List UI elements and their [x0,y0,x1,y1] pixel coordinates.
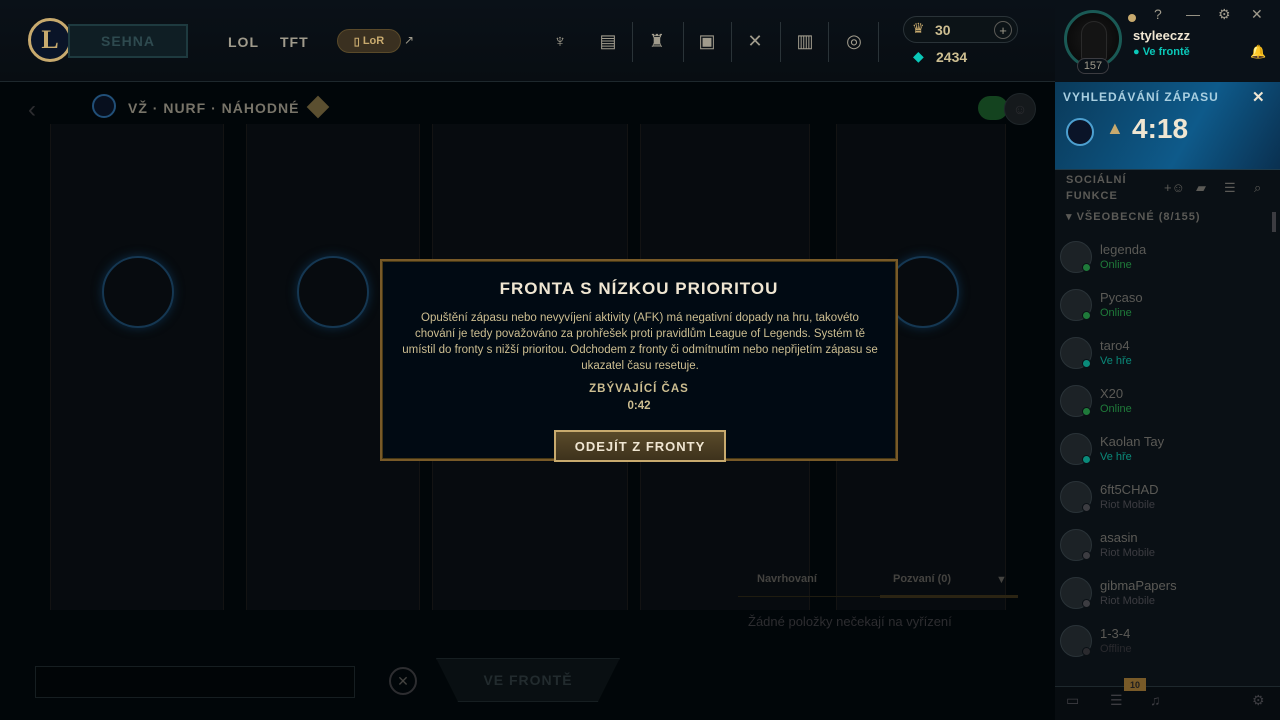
friend-status: Riot Mobile [1100,547,1156,559]
summoner-status[interactable]: ● Ve frontě [1133,46,1190,58]
close-icon[interactable]: ✕ [1251,6,1263,23]
friend-name: gibmaPapers [1100,578,1177,593]
chat-icon[interactable]: ▭ [1066,692,1079,709]
social-title: SOCIÁLNÍ FUNKCE [1066,174,1127,202]
status-dot [1082,551,1091,560]
notification-dot [1128,14,1136,22]
game-mode-icon [1066,118,1094,146]
add-friend-icon[interactable]: +☺ [1164,180,1185,195]
missions-icon[interactable]: ▥ [794,30,816,52]
friends-group-header[interactable]: ▾ VŠEOBECNÉ (8/155) [1066,210,1201,223]
status-label: Ve frontě [1142,46,1190,58]
nav-divider [683,22,684,62]
dialog-title: FRONTA S NÍZKOU PRIORITOU [499,279,779,298]
tab-lol[interactable]: LOL [228,34,259,50]
lor-icon: ▯ [353,35,360,48]
buy-rp-button[interactable]: + [994,21,1012,39]
blue-essence-value: 2434 [936,49,968,65]
friend-row[interactable]: 1-3-4 Offline [1060,625,1270,673]
friend-status: Ve hře [1100,451,1132,463]
dialog-body: Opuštění zápasu nebo nevyvíjení aktivity… [402,312,878,372]
nav-divider [828,22,829,62]
friend-row[interactable]: Pycaso Online [1060,289,1270,337]
friend-status: Offline [1100,643,1132,655]
lor-label: LoR [362,35,385,47]
group-label: VŠEOBECNÉ (8/155) [1076,211,1201,223]
friend-row[interactable]: legenda Online [1060,241,1270,289]
status-dot [1082,359,1091,368]
status-dot [1082,503,1091,512]
scrollbar[interactable] [1272,212,1276,232]
blue-essence-icon: ◆ [913,48,924,64]
minimize-icon[interactable]: — [1186,6,1200,22]
friend-row[interactable]: gibmaPapers Riot Mobile [1060,577,1270,625]
riot-points-value: 30 [935,22,951,38]
friend-row[interactable]: taro4 Ve hře [1060,337,1270,385]
remaining-time-value: 0:42 [627,400,651,412]
close-icon[interactable]: ✕ [1252,88,1265,106]
friend-name: 1-3-4 [1100,626,1131,641]
bell-icon[interactable]: 🔔 [1250,44,1266,60]
store-icon[interactable]: ◎ [843,30,865,52]
friend-name: X20 [1100,386,1124,401]
warning-icon: ▲ [1106,118,1124,138]
friend-row[interactable]: 6ft5CHAD Riot Mobile [1060,481,1270,529]
status-dot [1082,263,1091,272]
status-dot [1082,455,1091,464]
message-count-badge: 10 [1124,678,1146,691]
friend-name: Kaolan Tay [1100,434,1165,449]
friend-name: taro4 [1100,338,1130,353]
friend-row[interactable]: X20 Online [1060,385,1270,433]
status-dot [1082,599,1091,608]
home-icon[interactable]: ♆ [549,30,571,52]
list-icon[interactable]: ☰ [1224,180,1236,196]
friend-name: 6ft5CHAD [1100,482,1159,497]
friend-name: Pycaso [1100,290,1143,305]
status-dot [1082,311,1091,320]
friend-status: Online [1100,403,1132,415]
leave-queue-button[interactable]: ODEJÍT Z FRONTY [554,430,726,462]
settings-gear-icon[interactable]: ⚙ [1252,692,1265,709]
matchmaking-title: VYHLEDÁVÁNÍ ZÁPASU [1063,90,1219,104]
search-icon[interactable]: ⌕ [1254,180,1261,196]
lor-button[interactable]: ▯ LoR [337,29,401,53]
friend-name: legenda [1100,242,1147,257]
messages-icon[interactable]: ☰ [1110,692,1123,709]
nav-divider [632,22,633,62]
league-logo-icon[interactable]: L [28,18,72,62]
add-folder-icon[interactable]: ▰ [1196,180,1206,196]
friend-status: Ve hře [1100,355,1132,367]
status-dot [1082,407,1091,416]
external-link-icon: ↗ [404,33,415,47]
queue-timer: 4:18 [1132,113,1189,144]
friend-status: Online [1100,307,1132,319]
riot-points-icon: ♛ [912,20,925,36]
profile-crest-icon[interactable]: ♜ [646,30,668,52]
friend-row[interactable]: asasin Riot Mobile [1060,529,1270,577]
sidebar-bottom-bar [1055,686,1280,720]
collection-icon[interactable]: ▤ [597,30,619,52]
nav-divider [731,22,732,62]
friend-status: Online [1100,259,1132,271]
friend-row[interactable]: Kaolan Tay Ve hře [1060,433,1270,481]
nav-divider [878,22,879,62]
status-dot [1082,647,1091,656]
remaining-time-label: ZBÝVAJÍCÍ ČAS [589,383,689,395]
friend-status: Riot Mobile [1100,499,1156,511]
settings-gear-icon[interactable]: ⚙ [1218,6,1231,23]
play-button[interactable]: SEHNA [68,24,188,58]
friend-name: asasin [1100,530,1138,545]
nav-divider [780,22,781,62]
level-badge: 157 [1077,58,1109,74]
tab-tft[interactable]: TFT [280,34,309,50]
clash-icon[interactable]: ✕ [744,30,766,52]
loot-chest-icon[interactable]: ▣ [696,30,718,52]
help-icon[interactable]: ? [1154,6,1162,22]
voice-icon[interactable]: ♫ [1150,692,1161,708]
low-priority-queue-dialog: FRONTA S NÍZKOU PRIORITOU Opuštění zápas… [380,259,898,462]
friend-status: Riot Mobile [1100,595,1156,607]
summoner-name[interactable]: styleeczz [1133,28,1190,43]
